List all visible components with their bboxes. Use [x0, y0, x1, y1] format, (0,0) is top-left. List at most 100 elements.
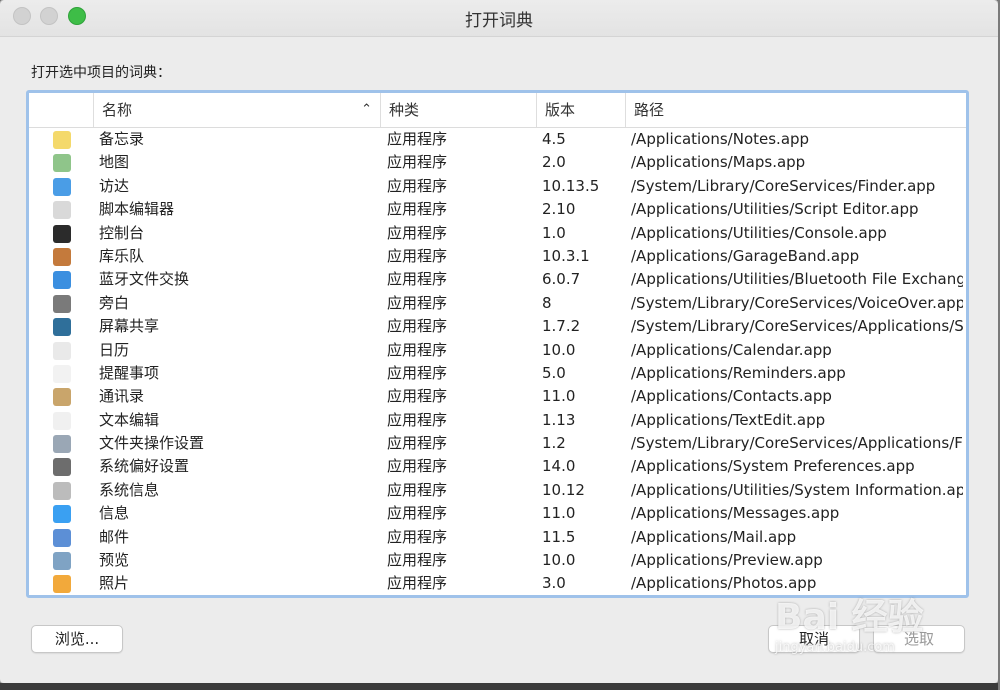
row-kind: 应用程序: [387, 457, 448, 476]
table-row[interactable]: 通讯录 应用程序 11.0/Applications/Contacts.app: [29, 385, 966, 408]
row-kind: 应用程序: [387, 270, 448, 289]
table-row[interactable]: 备忘录 应用程序 4.5/Applications/Notes.app: [29, 128, 966, 151]
table-row[interactable]: 预览 应用程序 10.0/Applications/Preview.app: [29, 549, 966, 572]
row-name: 通讯录: [99, 387, 145, 406]
column-header-kind[interactable]: 种类: [380, 93, 536, 127]
console-icon: [53, 224, 71, 243]
column-header-path[interactable]: 路径: [625, 93, 965, 127]
open-dictionary-dialog: 打开词典 打开选中项目的词典： 名称 ⌃ 种类 版本 路径 备忘录 应用程序 4.5…: [0, 0, 998, 683]
contacts-icon: [53, 388, 71, 407]
row-version: 2.10: [542, 200, 576, 219]
table-row[interactable]: 系统偏好设置 应用程序 14.0/Applications/System Prefe…: [29, 455, 966, 478]
row-kind: 应用程序: [387, 223, 448, 242]
row-version: 5.0: [542, 363, 566, 382]
column-header-version[interactable]: 版本: [536, 93, 625, 127]
row-name: 控制台: [99, 223, 145, 242]
row-path: /Applications/Utilities/Bluetooth File E…: [631, 270, 963, 289]
browse-button[interactable]: 浏览...: [31, 625, 123, 653]
table-row[interactable]: 蓝牙文件交换 应用程序 6.0.7/Applications/Utilities/B…: [29, 268, 966, 291]
row-kind: 应用程序: [387, 317, 448, 336]
table-row[interactable]: 地图 应用程序 2.0/Applications/Maps.app: [29, 151, 966, 174]
row-name: 提醒事项: [99, 363, 160, 382]
table-row[interactable]: 文本编辑 应用程序 1.13/Applications/TextEdit.app: [29, 409, 966, 432]
row-kind: 应用程序: [387, 574, 448, 593]
system-preferences-icon: [53, 458, 71, 477]
row-version: 10.3.1: [542, 246, 590, 265]
row-kind: 应用程序: [387, 480, 448, 499]
row-version: 1.0: [542, 223, 566, 242]
row-name: 邮件: [99, 527, 130, 546]
row-name: 地图: [99, 153, 130, 172]
table-scroll-edge: [963, 128, 966, 595]
garageband-icon: [53, 247, 71, 266]
watermark-sub: jingyan.baidu.com: [775, 640, 895, 655]
table-row[interactable]: 日历 应用程序 10.0/Applications/Calendar.app: [29, 339, 966, 362]
row-path: /Applications/System Preferences.app: [631, 457, 915, 476]
table-row[interactable]: 脚本编辑器 应用程序 2.10/Applications/Utilities/Scr…: [29, 198, 966, 221]
row-path: /Applications/Messages.app: [631, 504, 840, 523]
column-header-kind-label: 种类: [389, 101, 420, 119]
row-kind: 应用程序: [387, 504, 448, 523]
row-name: 文件夹操作设置: [99, 434, 205, 453]
column-header-name-label: 名称: [102, 101, 133, 119]
title-bar: 打开词典: [0, 0, 998, 37]
folder-actions-icon: [53, 435, 71, 454]
row-name: 照片: [99, 574, 130, 593]
baidu-watermark: Bai 经验 jingyan.baidu.com: [775, 588, 990, 668]
row-kind: 应用程序: [387, 551, 448, 570]
column-header-path-label: 路径: [634, 101, 665, 119]
row-path: /Applications/Utilities/Script Editor.ap…: [631, 200, 919, 219]
row-path: /Applications/Notes.app: [631, 130, 810, 148]
row-path: /System/Library/CoreServices/Application…: [631, 434, 963, 453]
textedit-icon: [53, 411, 71, 430]
applications-table[interactable]: 名称 ⌃ 种类 版本 路径 备忘录 应用程序 4.5/Applications/No…: [26, 90, 969, 598]
calendar-icon: [53, 341, 71, 360]
table-row[interactable]: 系统信息 应用程序 10.12/Applications/Utilities/Sys…: [29, 479, 966, 502]
row-name: 访达: [99, 176, 130, 195]
table-row[interactable]: 邮件 应用程序 11.5/Applications/Mail.app: [29, 526, 966, 549]
voiceover-icon: [53, 294, 71, 313]
row-path: /Applications/Maps.app: [631, 153, 806, 172]
table-row[interactable]: 信息 应用程序 11.0/Applications/Messages.app: [29, 502, 966, 525]
row-version: 2.0: [542, 153, 566, 172]
preview-icon: [53, 552, 71, 571]
table-row[interactable]: 屏幕共享 应用程序 1.7.2/System/Library/CoreService…: [29, 315, 966, 338]
table-row[interactable]: 控制台 应用程序 1.0/Applications/Utilities/Consol…: [29, 222, 966, 245]
row-path: /Applications/Calendar.app: [631, 340, 832, 359]
row-name: 蓝牙文件交换: [99, 270, 190, 289]
row-version: 10.0: [542, 551, 576, 570]
row-name: 系统偏好设置: [99, 457, 190, 476]
row-kind: 应用程序: [387, 200, 448, 219]
row-name: 库乐队: [99, 246, 145, 265]
row-version: 11.0: [542, 504, 576, 523]
notes-icon: [53, 131, 71, 149]
row-version: 4.5: [542, 130, 566, 148]
row-name: 文本编辑: [99, 410, 160, 429]
row-path: /Applications/Utilities/Console.app: [631, 223, 887, 242]
row-version: 11.0: [542, 387, 576, 406]
table-row[interactable]: 访达 应用程序 10.13.5/System/Library/CoreService…: [29, 175, 966, 198]
bluetooth-icon: [53, 271, 71, 290]
row-version: 11.5: [542, 527, 576, 546]
dialog-prompt: 打开选中项目的词典：: [31, 65, 171, 81]
row-version: 10.0: [542, 340, 576, 359]
table-row[interactable]: 库乐队 应用程序 10.3.1/Applications/GarageBand.ap…: [29, 245, 966, 268]
maps-icon: [53, 154, 71, 173]
row-path: /Applications/Utilities/System Informati…: [631, 480, 963, 499]
row-version: 6.0.7: [542, 270, 581, 289]
table-row[interactable]: 旁白 应用程序 8/System/Library/CoreServices/Voic…: [29, 292, 966, 315]
row-kind: 应用程序: [387, 340, 448, 359]
row-kind: 应用程序: [387, 387, 448, 406]
sort-ascending-icon: ⌃: [361, 102, 372, 117]
table-row[interactable]: 提醒事项 应用程序 5.0/Applications/Reminders.app: [29, 362, 966, 385]
row-version: 10.12: [542, 480, 585, 499]
column-header-name[interactable]: 名称 ⌃: [93, 93, 380, 127]
mail-icon: [53, 528, 71, 547]
row-version: 1.2: [542, 434, 566, 453]
column-header-version-label: 版本: [545, 101, 576, 119]
row-name: 脚本编辑器: [99, 200, 175, 219]
table-row[interactable]: 文件夹操作设置 应用程序 1.2/System/Library/CoreServic…: [29, 432, 966, 455]
row-version: 14.0: [542, 457, 576, 476]
row-kind: 应用程序: [387, 153, 448, 172]
row-path: /Applications/Reminders.app: [631, 363, 846, 382]
